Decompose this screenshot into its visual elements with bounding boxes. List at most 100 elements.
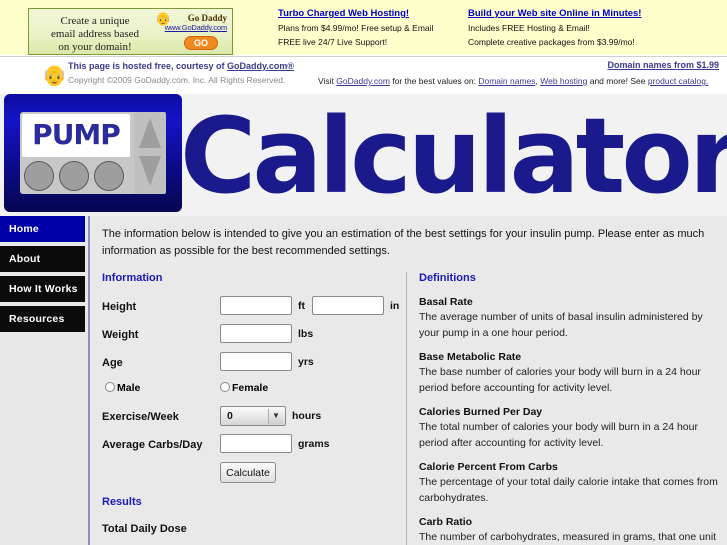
height-inches-unit: in [390, 300, 400, 312]
age-unit: yrs [298, 356, 314, 368]
information-heading: Information [102, 272, 163, 284]
exercise-unit: hours [292, 410, 322, 422]
ad-column-hosting: Turbo Charged Web Hosting! Plans from $4… [278, 8, 468, 51]
male-label: Male [117, 382, 141, 394]
arrow-up-icon [139, 118, 161, 148]
ad-website-line-2: Complete creative packages from $3.99/mo… [468, 37, 635, 47]
pump-button-row [24, 161, 124, 191]
pump-logo-graphic: PUMP [4, 94, 182, 212]
domain-promo-link[interactable]: Domain names from $1.99 [607, 60, 719, 70]
godaddy-logo: Go Daddy www.GoDaddy.com [155, 13, 228, 32]
banner-ad-line2: email address based [51, 28, 139, 40]
page-body: Home About How It Works Resources The in… [0, 216, 727, 545]
ad-headline-link-hosting[interactable]: Turbo Charged Web Hosting! [278, 8, 468, 19]
definition-text-basal-rate: The average number of units of basal ins… [419, 311, 703, 339]
sidebar-item-about[interactable]: About [0, 246, 85, 272]
age-input[interactable] [220, 352, 292, 371]
visit-prefix-text: Visit [318, 76, 337, 86]
godaddy-link-hosted[interactable]: GoDaddy.com® [227, 61, 294, 71]
intro-paragraph: The information below is intended to giv… [102, 228, 705, 257]
banner-ad-line3: on your domain! [58, 41, 132, 53]
godaddy-link-visit[interactable]: GoDaddy.com [336, 76, 390, 86]
product-catalog-link[interactable]: product catalog. [648, 76, 708, 86]
exercise-label: Exercise/Week [102, 411, 179, 423]
sidebar-item-resources[interactable]: Resources [0, 306, 85, 332]
pump-lcd-screen: PUMP [22, 114, 130, 157]
go-button[interactable]: GO [183, 36, 218, 50]
insulin-pump-icon: PUMP [20, 112, 166, 194]
godaddy-url-label: www.GoDaddy.com [164, 23, 228, 32]
sidebar-nav: Home About How It Works Resources [0, 216, 88, 545]
visit-tail-text: and more! See [587, 76, 648, 86]
pump-round-button-3 [94, 161, 124, 191]
godaddy-mascot-small-icon: 👴 [42, 65, 67, 87]
calculate-button[interactable]: Calculate [220, 462, 276, 483]
ad-hosting-line-1: Plans from $4.99/mo! Free setup & Email [278, 23, 434, 33]
gender-radio-female[interactable]: Female [220, 382, 268, 394]
radio-dot-male-icon [105, 382, 115, 392]
female-label: Female [232, 382, 269, 394]
field-row-weight: Weight lbs [102, 324, 402, 352]
ad-headline-link-website[interactable]: Build your Web site Online in Minutes! [468, 8, 718, 19]
sidebar-item-how-it-works[interactable]: How It Works [0, 276, 85, 302]
height-label: Height [102, 301, 137, 313]
gender-radio-male[interactable]: Male [105, 382, 140, 394]
definition-term-base-metabolic-rate: Base Metabolic Rate [419, 351, 522, 363]
height-inches-input[interactable] [312, 296, 384, 315]
definition-term-basal-rate: Basal Rate [419, 296, 473, 308]
godaddy-banner-ad[interactable]: Create a unique email address based on y… [28, 8, 233, 55]
domain-names-link[interactable]: Domain names [478, 76, 535, 86]
pump-lcd-label: PUMP [32, 118, 121, 151]
carbs-input[interactable] [220, 434, 292, 453]
field-row-gender: Male Female [102, 380, 402, 406]
copyright-text: Copyright ©2009 GoDaddy.com. Inc. All Ri… [68, 75, 286, 85]
site-header-banner: PUMP Calculator [0, 94, 727, 216]
field-row-exercise: Exercise/Week 0 ▼ hours [102, 406, 402, 434]
ad-hosting-line-2: FREE live 24/7 Live Support! [278, 37, 388, 47]
visit-links-line: Visit GoDaddy.com for the best values on… [318, 76, 708, 86]
field-row-calculate: Calculate [102, 462, 402, 496]
definition-text-base-metabolic-rate: The base number of calories your body wi… [419, 366, 701, 394]
site-title: Calculator [180, 95, 727, 216]
chevron-down-icon[interactable]: ▼ [268, 409, 283, 424]
definition-term-carb-ratio: Carb Ratio [419, 516, 473, 528]
carbs-label: Average Carbs/Day [102, 439, 203, 451]
visit-mid-text: for the best values on: [389, 76, 479, 86]
main-content: The information below is intended to giv… [88, 216, 727, 545]
results-total-daily-dose: Total Daily Dose [102, 523, 187, 535]
exercise-selected-value: 0 [227, 410, 233, 422]
field-row-carbs: Average Carbs/Day grams [102, 434, 402, 462]
godaddy-ad-strip: Create a unique email address based on y… [0, 0, 727, 56]
godaddy-brand-label: Go Daddy [187, 13, 227, 23]
banner-ad-copy: Create a unique email address based on y… [35, 15, 155, 54]
arrow-down-icon [139, 156, 161, 186]
hosting-notice-strip: 👴 This page is hosted free, courtesy of … [0, 56, 727, 94]
definition-term-calorie-percent-from-carbs: Calorie Percent From Carbs [419, 461, 558, 473]
radio-dot-female-icon [220, 382, 230, 392]
definition-text-carb-ratio: The number of carbohydrates, measured in… [419, 531, 717, 543]
height-feet-unit: ft [298, 300, 305, 312]
definitions-column: Definitions Basal Rate The average numbe… [406, 272, 718, 545]
definition-term-calories-burned-per-day: Calories Burned Per Day [419, 406, 543, 418]
ad-column-website: Build your Web site Online in Minutes! I… [468, 8, 718, 51]
pump-round-button-1 [24, 161, 54, 191]
domain-promo: Domain names from $1.99 [607, 60, 719, 70]
pump-arrow-pad [134, 112, 166, 194]
definition-text-calorie-percent-from-carbs: The percentage of your total daily calor… [419, 476, 718, 504]
exercise-select[interactable]: 0 ▼ [220, 406, 286, 426]
definition-text-calories-burned-per-day: The total number of calories your body w… [419, 421, 698, 449]
weight-input[interactable] [220, 324, 292, 343]
weight-unit: lbs [298, 328, 314, 340]
field-row-height: Height ft in [102, 296, 402, 324]
banner-ad-line1: Create a unique [60, 15, 130, 27]
ad-website-line-1: Includes FREE Hosting & Email! [468, 23, 590, 33]
results-heading: Results [102, 496, 142, 508]
field-row-age: Age yrs [102, 352, 402, 380]
age-label: Age [102, 357, 123, 369]
web-hosting-link[interactable]: Web hosting [540, 76, 587, 86]
definitions-heading: Definitions [419, 272, 476, 284]
sidebar-item-home[interactable]: Home [0, 216, 85, 242]
carbs-unit: grams [298, 438, 330, 450]
pump-round-button-2 [59, 161, 89, 191]
height-feet-input[interactable] [220, 296, 292, 315]
